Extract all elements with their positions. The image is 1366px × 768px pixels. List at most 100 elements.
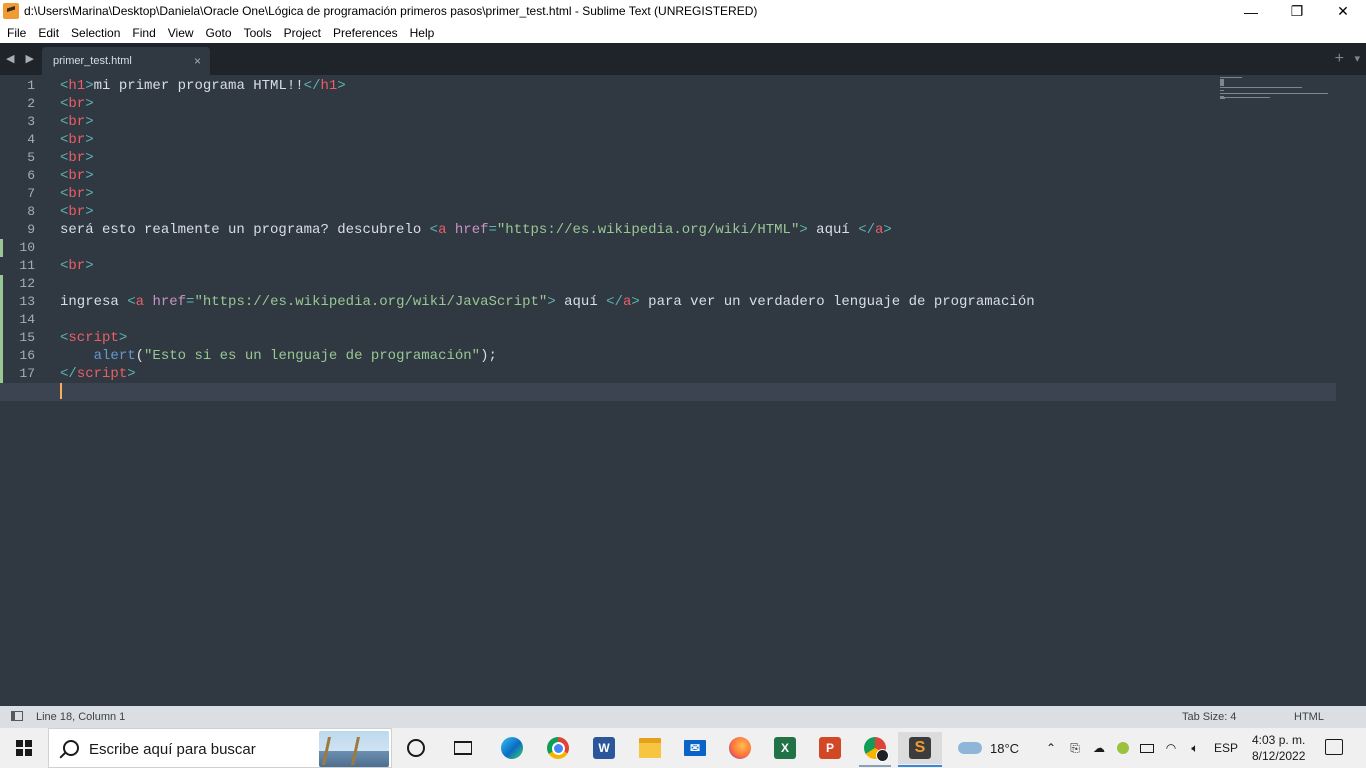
menu-find[interactable]: Find (125, 23, 160, 43)
tab-primer-test[interactable]: primer_test.html × (42, 47, 210, 75)
taskbar-edge[interactable] (492, 732, 532, 764)
code-token: > (85, 258, 94, 274)
security-shield-icon[interactable] (1115, 740, 1131, 756)
input-language[interactable]: ESP (1214, 728, 1238, 768)
close-button[interactable]: ✕ (1320, 0, 1366, 23)
volume-icon[interactable]: 🔈︎ (1187, 740, 1203, 756)
code-line[interactable]: <h1>mi primer programa HTML!!</h1> (60, 77, 1336, 95)
minimize-button[interactable]: — (1228, 0, 1274, 23)
chrome-profile-icon (864, 737, 889, 762)
clock[interactable]: 4:03 p. m. 8/12/2022 (1252, 732, 1305, 764)
battery-icon[interactable] (1139, 740, 1155, 756)
code-line[interactable]: <br> (60, 185, 1336, 203)
code-line[interactable]: será esto realmente un programa? descubr… (60, 221, 1336, 239)
excel-icon: X (774, 737, 796, 759)
wifi-icon[interactable]: ◠ (1163, 740, 1179, 756)
code-line[interactable] (60, 311, 1336, 329)
taskbar-chrome[interactable] (538, 732, 578, 764)
menu-preferences[interactable]: Preferences (326, 23, 403, 43)
code-token: > (85, 78, 94, 94)
code-line[interactable]: <br> (60, 113, 1336, 131)
cortana-button[interactable] (396, 732, 436, 764)
taskbar-mail[interactable]: ✉ (675, 732, 715, 764)
menu-view[interactable]: View (161, 23, 199, 43)
code-token: ); (480, 348, 497, 364)
taskbar-excel[interactable]: X (765, 732, 805, 764)
new-tab-icon[interactable]: + (1335, 50, 1344, 68)
menu-bar: File Edit Selection Find View Goto Tools… (0, 23, 1366, 43)
meet-now-icon[interactable]: ⎘ (1067, 740, 1083, 756)
taskbar-sublime-text[interactable]: S (898, 732, 942, 767)
code-line[interactable]: <br> (60, 149, 1336, 167)
syntax-selector[interactable]: HTML (1294, 711, 1324, 723)
code-token: br (68, 96, 86, 112)
code-line[interactable]: <br> (60, 203, 1336, 221)
menu-file[interactable]: File (0, 23, 31, 43)
code-token: href (152, 294, 187, 310)
code-token: script (68, 330, 119, 346)
task-view-button[interactable] (443, 732, 483, 764)
menu-help[interactable]: Help (403, 23, 440, 43)
code-token: > (85, 168, 94, 184)
taskbar-word[interactable]: W (584, 732, 624, 764)
taskbar-file-explorer[interactable] (630, 732, 670, 764)
code-line[interactable]: <br> (60, 95, 1336, 113)
menu-goto[interactable]: Goto (199, 23, 237, 43)
code-line[interactable]: <br> (60, 131, 1336, 149)
code-token: > (631, 294, 640, 310)
code-area[interactable]: <h1>mi primer programa HTML!!</h1> <br> <b… (0, 77, 1336, 401)
sidebar-toggle-icon[interactable] (11, 711, 23, 721)
vertical-scrollbar[interactable] (1355, 79, 1362, 699)
taskbar-chrome-profile[interactable] (855, 732, 895, 767)
search-icon (63, 740, 79, 756)
code-token: ingresa (60, 294, 128, 310)
tab-size-selector[interactable]: Tab Size: 4 (1182, 711, 1236, 723)
tab-nav-arrows-icon[interactable]: ◀ ▶ (6, 52, 38, 65)
code-token: > (118, 330, 128, 346)
editor-area[interactable]: 123456789101112131415161718 <h1>mi prime… (0, 75, 1366, 706)
taskbar-firefox[interactable] (720, 732, 760, 764)
cursor-position: Line 18, Column 1 (36, 711, 126, 723)
window-title: d:\Users\Marina\Desktop\Daniela\Oracle O… (24, 4, 758, 18)
tab-close-icon[interactable]: × (194, 54, 201, 68)
task-view-icon (454, 741, 472, 755)
code-line[interactable]: alert("Esto si es un lenguaje de program… (60, 347, 1336, 365)
line-number: 6 (27, 168, 35, 183)
onedrive-icon[interactable]: ☁ (1091, 740, 1107, 756)
menu-tools[interactable]: Tools (237, 23, 277, 43)
code-token: "https://es.wikipedia.org/wiki/JavaScrip… (194, 294, 548, 310)
sublime-text-icon: S (909, 737, 931, 759)
code-line[interactable] (0, 383, 1336, 401)
code-token: > (127, 366, 136, 382)
code-line[interactable]: <script> (60, 329, 1336, 347)
code-token: > (85, 96, 94, 112)
code-line[interactable]: </script> (60, 365, 1336, 383)
taskbar-search-box[interactable]: Escribe aquí para buscar (48, 728, 392, 768)
taskbar-powerpoint[interactable]: P (810, 732, 850, 764)
tab-list-icon[interactable]: ▾ (1354, 52, 1360, 65)
line-number: 15 (19, 330, 35, 345)
code-line[interactable] (60, 275, 1336, 293)
menu-selection[interactable]: Selection (64, 23, 125, 43)
code-token: > (85, 150, 94, 166)
tab-label: primer_test.html (53, 55, 132, 67)
show-hidden-icons-icon[interactable]: ⌃ (1043, 740, 1059, 756)
menu-edit[interactable]: Edit (31, 23, 64, 43)
search-highlight-image[interactable] (319, 731, 389, 767)
maximize-button[interactable]: ❐ (1274, 0, 1320, 23)
menu-project[interactable]: Project (277, 23, 326, 43)
chrome-icon (547, 737, 569, 759)
code-token: > (883, 222, 892, 238)
line-number: 16 (19, 348, 35, 363)
code-line[interactable]: <br> (60, 257, 1336, 275)
code-token: h1 (68, 78, 86, 94)
code-line[interactable]: <br> (60, 167, 1336, 185)
line-number: 10 (19, 240, 35, 255)
weather-widget[interactable]: 18°C (958, 728, 1019, 768)
notifications-icon[interactable] (1325, 739, 1343, 755)
code-line[interactable]: ingresa <a href="https://es.wikipedia.or… (60, 293, 1336, 311)
code-line[interactable] (60, 239, 1336, 257)
start-button[interactable] (0, 728, 48, 768)
minimap[interactable] (1220, 75, 1350, 115)
code-token: para ver un verdadero lenguaje de progra… (639, 294, 1035, 310)
